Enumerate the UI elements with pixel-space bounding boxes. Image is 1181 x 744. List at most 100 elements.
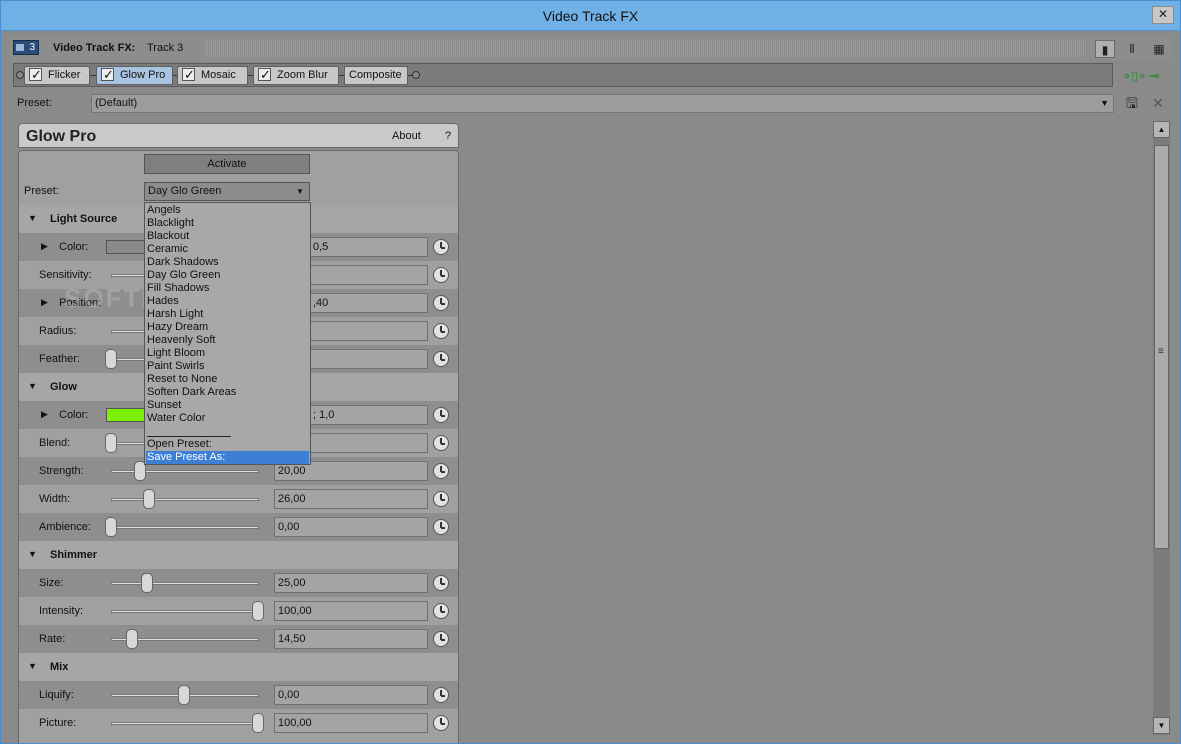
keyframe-animate-icon[interactable] — [433, 519, 449, 535]
checkbox-icon[interactable] — [29, 66, 42, 83]
slider-thumb[interactable] — [105, 433, 117, 453]
single-column-view-button[interactable]: ▮ — [1095, 40, 1115, 58]
value-field[interactable]: 0,00 — [274, 685, 428, 705]
three-column-view-button[interactable]: ▦ — [1149, 40, 1169, 58]
activate-button[interactable]: Activate — [144, 154, 310, 174]
menu-item[interactable]: Sunset — [146, 399, 309, 412]
scroll-thumb[interactable]: ≡ — [1154, 145, 1169, 549]
menu-item[interactable]: Blackout — [146, 230, 309, 243]
plugin-composite[interactable]: Composite — [344, 66, 408, 85]
expand-icon[interactable]: ▶ — [41, 297, 48, 308]
menu-item[interactable]: Day Glo Green — [146, 269, 309, 282]
keyframe-animate-icon[interactable] — [433, 351, 449, 367]
keyframe-animate-icon[interactable] — [433, 491, 449, 507]
close-button[interactable]: ✕ — [1152, 6, 1174, 24]
slider-track[interactable] — [111, 582, 259, 585]
keyframe-animate-icon[interactable] — [433, 575, 449, 591]
remove-plugin-icon[interactable]: ⊸ — [1149, 68, 1160, 84]
slider-track[interactable] — [111, 722, 259, 725]
value-field[interactable]: 25,00 — [274, 573, 428, 593]
value-field[interactable] — [309, 433, 428, 453]
value-field[interactable]: 100,00 — [274, 601, 428, 621]
slider-track[interactable] — [111, 498, 259, 501]
open-preset-item[interactable]: Open Preset: — [146, 438, 309, 451]
value-field[interactable] — [309, 321, 428, 341]
delete-preset-icon[interactable]: ✕ — [1149, 94, 1167, 112]
two-column-view-button[interactable]: ⦀ — [1122, 40, 1142, 58]
keyframe-animate-icon[interactable] — [433, 603, 449, 619]
expand-icon[interactable]: ▶ — [41, 241, 48, 252]
value-field[interactable] — [309, 349, 428, 369]
slider-track[interactable] — [111, 610, 259, 613]
section-shimmer[interactable]: ▼ Shimmer — [19, 541, 458, 569]
value-field[interactable]: 100,00 — [274, 713, 428, 733]
value-field[interactable]: 14,50 — [274, 629, 428, 649]
value-field[interactable]: ,40 — [309, 293, 428, 313]
save-preset-icon[interactable]: 🖫 — [1123, 94, 1141, 112]
scroll-down-icon[interactable]: ▼ — [1153, 717, 1170, 734]
color-swatch[interactable] — [106, 240, 146, 254]
menu-item[interactable]: Blacklight — [146, 217, 309, 230]
plugin-preset-label: Preset: — [24, 185, 59, 197]
keyframe-animate-icon[interactable] — [433, 463, 449, 479]
scroll-up-icon[interactable]: ▲ — [1153, 121, 1170, 138]
section-mix[interactable]: ▼ Mix — [19, 653, 458, 681]
slider-thumb[interactable] — [105, 349, 117, 369]
row-label: Blend: — [39, 437, 71, 449]
collapse-icon: ▼ — [28, 213, 37, 223]
save-preset-as-item[interactable]: Save Preset As: — [146, 451, 309, 464]
value-field[interactable]: 0,00 — [274, 517, 428, 537]
menu-item[interactable]: Hazy Dream — [146, 321, 309, 334]
slider-thumb[interactable] — [252, 601, 264, 621]
menu-item[interactable]: Fill Shadows — [146, 282, 309, 295]
keyframe-animate-icon[interactable] — [433, 267, 449, 283]
slider-track[interactable] — [111, 526, 259, 529]
plugin-glow-pro[interactable]: Glow Pro — [96, 66, 173, 85]
slider-thumb[interactable] — [141, 573, 153, 593]
keyframe-animate-icon[interactable] — [433, 435, 449, 451]
plugin-mosaic[interactable]: Mosaic — [177, 66, 248, 85]
plugin-zoom-blur[interactable]: Zoom Blur — [253, 66, 339, 85]
menu-item[interactable]: Heavenly Soft — [146, 334, 309, 347]
checkbox-icon[interactable] — [101, 66, 114, 83]
keyframe-animate-icon[interactable] — [433, 715, 449, 731]
plugin-preset-select[interactable]: Day Glo Green ▼ — [144, 182, 310, 201]
slider-thumb[interactable] — [126, 629, 138, 649]
value-field[interactable]: ; 1,0 — [309, 405, 428, 425]
value-field[interactable] — [309, 265, 428, 285]
menu-item[interactable]: Ceramic — [146, 243, 309, 256]
slider-thumb[interactable] — [143, 489, 155, 509]
menu-item[interactable]: Water Color — [146, 412, 309, 425]
slider-thumb[interactable] — [252, 713, 264, 733]
slider-thumb[interactable] — [178, 685, 190, 705]
keyframe-animate-icon[interactable] — [433, 631, 449, 647]
about-button[interactable]: About — [392, 130, 421, 142]
expand-icon[interactable]: ▶ — [41, 409, 48, 420]
track-number-badge: 3 — [13, 40, 39, 55]
menu-item[interactable]: Paint Swirls — [146, 360, 309, 373]
menu-item[interactable]: Soften Dark Areas — [146, 386, 309, 399]
vertical-scrollbar[interactable]: ▲ ≡ ▼ — [1153, 121, 1170, 735]
value-field[interactable]: 26,00 — [274, 489, 428, 509]
keyframe-animate-icon[interactable] — [433, 295, 449, 311]
color-swatch[interactable] — [106, 408, 146, 422]
keyframe-animate-icon[interactable] — [433, 407, 449, 423]
help-button[interactable]: ? — [445, 130, 451, 142]
menu-item[interactable]: Dark Shadows — [146, 256, 309, 269]
menu-item[interactable]: Reset to None — [146, 373, 309, 386]
plugin-flicker[interactable]: Flicker — [24, 66, 90, 85]
keyframe-animate-icon[interactable] — [433, 687, 449, 703]
menu-item[interactable]: Hades — [146, 295, 309, 308]
menu-item[interactable]: Harsh Light — [146, 308, 309, 321]
keyframe-animate-icon[interactable] — [433, 323, 449, 339]
value-field[interactable]: 0,5 — [309, 237, 428, 257]
menu-item[interactable]: Light Bloom — [146, 347, 309, 360]
section-label: Shimmer — [50, 549, 98, 561]
preset-select[interactable]: (Default) ▼ — [91, 94, 1114, 113]
plugin-chain-icon[interactable]: ∘▯∘ — [1123, 68, 1146, 84]
checkbox-icon[interactable] — [258, 66, 271, 83]
slider-thumb[interactable] — [105, 517, 117, 537]
menu-item[interactable]: Angels — [146, 204, 309, 217]
checkbox-icon[interactable] — [182, 66, 195, 83]
keyframe-animate-icon[interactable] — [433, 239, 449, 255]
